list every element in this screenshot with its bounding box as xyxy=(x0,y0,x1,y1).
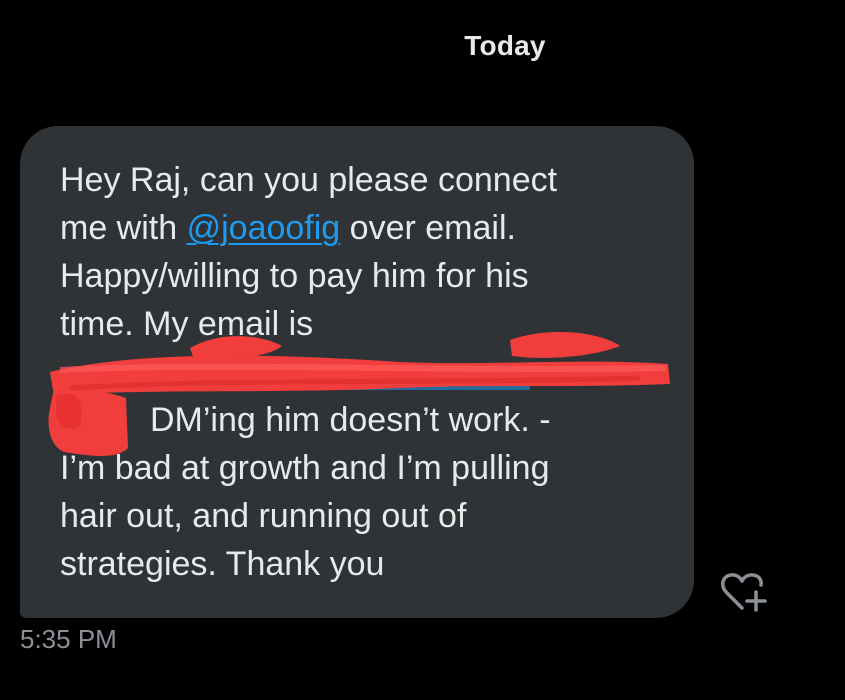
message-line: I’m bad at growth and I’m pulling xyxy=(60,449,550,487)
message-line: Happy/willing to pay him for his xyxy=(60,257,529,295)
message-line: time. My email is xyxy=(60,305,314,343)
message-line: DM’ing him doesn’t work. - xyxy=(150,401,551,439)
message-text-segment: over email. xyxy=(340,209,516,247)
date-separator: Today xyxy=(464,30,546,61)
add-reaction-button[interactable] xyxy=(718,568,768,616)
message-line-redacted xyxy=(60,348,664,396)
message-text: Hey Raj, can you please connect me with … xyxy=(60,156,664,588)
message-timestamp: 5:35 PM xyxy=(20,624,117,654)
message-bubble[interactable]: Hey Raj, can you please connect me with … xyxy=(20,126,694,618)
message-text-segment: me with xyxy=(60,209,187,247)
heart-plus-icon xyxy=(721,573,767,612)
message-line: Hey Raj, can you please connect xyxy=(60,161,558,199)
message-line: me with @joaoofig over email. xyxy=(60,204,664,252)
message-line: hair out, and running out of xyxy=(60,497,467,535)
mention-link[interactable]: @joaoofig xyxy=(187,209,341,247)
message-line: strategies. Thank you xyxy=(60,545,385,583)
